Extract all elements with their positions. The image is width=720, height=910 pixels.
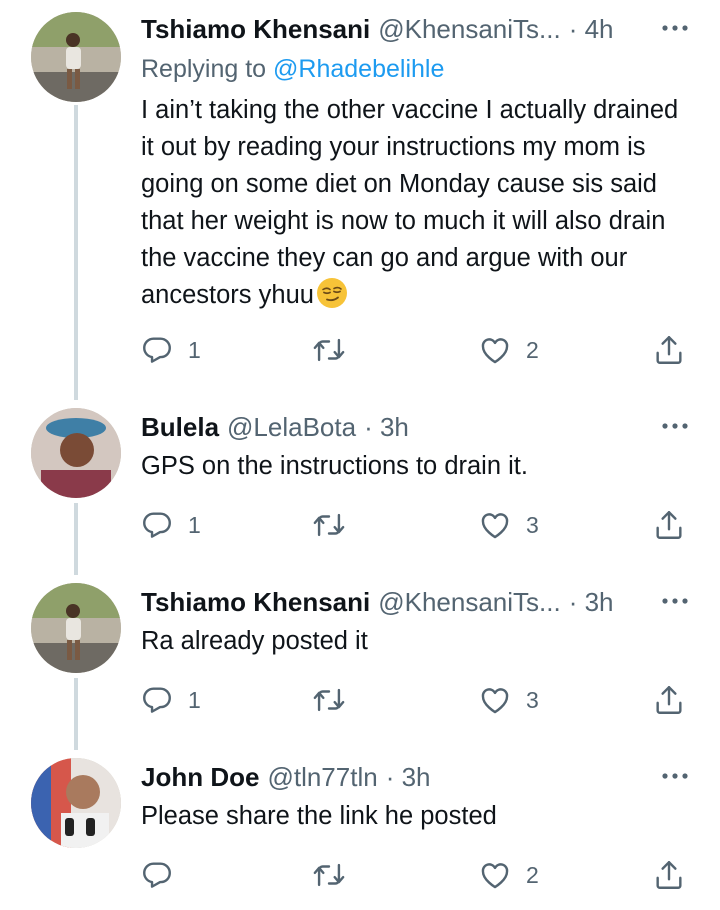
tweet-3[interactable]: Tshiamo Khensani @KhensaniTs... · 3h Ra … (0, 575, 720, 750)
retweet-icon (312, 683, 346, 717)
author-handle[interactable]: @KhensaniTs... (378, 12, 560, 46)
tweet-text: I ain’t taking the other vaccine I actua… (141, 92, 690, 314)
reply-count: 1 (188, 336, 201, 363)
author-name[interactable]: Tshiamo Khensani (141, 12, 370, 46)
share-button[interactable] (652, 330, 686, 370)
replying-to: Replying to @Rhadebelihle (141, 52, 444, 86)
tweet-text-body: Ra already posted it (141, 627, 368, 655)
tweet-actions: 1 3 (0, 505, 720, 545)
retweet-button[interactable] (312, 505, 360, 545)
tweet-text: Ra already posted it (141, 623, 690, 660)
share-button[interactable] (652, 680, 686, 720)
author-handle[interactable]: @KhensaniTs... (378, 585, 560, 619)
tweet-2[interactable]: Bulela @LelaBota · 3h GPS on the instruc… (0, 400, 720, 575)
heart-icon (478, 683, 512, 717)
timestamp[interactable]: · 3h (569, 585, 614, 619)
like-button[interactable]: 2 (478, 855, 539, 895)
reply-icon (140, 683, 174, 717)
heart-icon (478, 333, 512, 367)
tweet-header: John Doe @tln77tln · 3h (141, 760, 680, 794)
like-button[interactable]: 3 (478, 680, 539, 720)
retweet-icon (312, 858, 346, 892)
replying-to-label: Replying to (141, 55, 274, 83)
author-handle[interactable]: @tln77tln (267, 760, 377, 794)
timestamp[interactable]: · 3h (386, 760, 431, 794)
tweet-header: Tshiamo Khensani @KhensaniTs... · 4h (141, 12, 680, 46)
author-name[interactable]: Bulela (141, 410, 219, 444)
share-icon (652, 858, 686, 892)
tweet-header: Tshiamo Khensani @KhensaniTs... · 3h (141, 585, 680, 619)
reply-button[interactable]: 1 (140, 680, 201, 720)
share-button[interactable] (652, 855, 686, 895)
heart-icon (478, 508, 512, 542)
reply-icon (140, 858, 174, 892)
author-name[interactable]: Tshiamo Khensani (141, 585, 370, 619)
retweet-button[interactable] (312, 330, 360, 370)
tweet-text-body: Please share the link he posted (141, 802, 497, 830)
avatar[interactable] (31, 408, 121, 498)
more-options-icon[interactable] (658, 587, 692, 615)
reply-count: 1 (188, 511, 201, 538)
share-icon (652, 333, 686, 367)
like-count: 3 (526, 511, 539, 538)
tweet-actions: 1 2 (0, 330, 720, 370)
like-button[interactable]: 2 (478, 330, 539, 370)
like-count: 2 (526, 861, 539, 888)
tweet-actions: 1 3 (0, 680, 720, 720)
tweet-4[interactable]: John Doe @tln77tln · 3h Please share the… (0, 750, 720, 910)
timestamp[interactable]: · 3h (364, 410, 409, 444)
reply-icon (140, 508, 174, 542)
tweet-header: Bulela @LelaBota · 3h (141, 410, 680, 444)
avatar[interactable] (31, 758, 121, 848)
reply-icon (140, 333, 174, 367)
tweet-actions: 2 (0, 855, 720, 895)
reply-button[interactable]: 1 (140, 330, 201, 370)
timestamp[interactable]: · 4h (569, 12, 614, 46)
reply-button[interactable]: 1 (140, 505, 201, 545)
share-icon (652, 508, 686, 542)
retweet-icon (312, 508, 346, 542)
like-count: 3 (526, 686, 539, 713)
replying-to-handle[interactable]: @Rhadebelihle (273, 55, 444, 83)
tweet-text: Please share the link he posted (141, 798, 690, 835)
tweet-text-body: I ain’t taking the other vaccine I actua… (141, 96, 679, 309)
tweet-text-body: GPS on the instructions to drain it. (141, 452, 528, 480)
author-handle[interactable]: @LelaBota (227, 410, 356, 444)
avatar[interactable] (31, 12, 121, 102)
tweet-text: GPS on the instructions to drain it. (141, 448, 690, 485)
reply-count: 1 (188, 686, 201, 713)
avatar[interactable] (31, 583, 121, 673)
like-button[interactable]: 3 (478, 505, 539, 545)
share-button[interactable] (652, 505, 686, 545)
like-count: 2 (526, 336, 539, 363)
reply-button[interactable] (140, 855, 188, 895)
tweet-1[interactable]: Tshiamo Khensani @KhensaniTs... · 4h Rep… (0, 0, 720, 400)
author-name[interactable]: John Doe (141, 760, 259, 794)
retweet-button[interactable] (312, 680, 360, 720)
retweet-icon (312, 333, 346, 367)
more-options-icon[interactable] (658, 762, 692, 790)
heart-icon (478, 858, 512, 892)
more-options-icon[interactable] (658, 14, 692, 42)
smirking-face-emoji-icon (316, 278, 347, 308)
share-icon (652, 683, 686, 717)
more-options-icon[interactable] (658, 412, 692, 440)
retweet-button[interactable] (312, 855, 360, 895)
